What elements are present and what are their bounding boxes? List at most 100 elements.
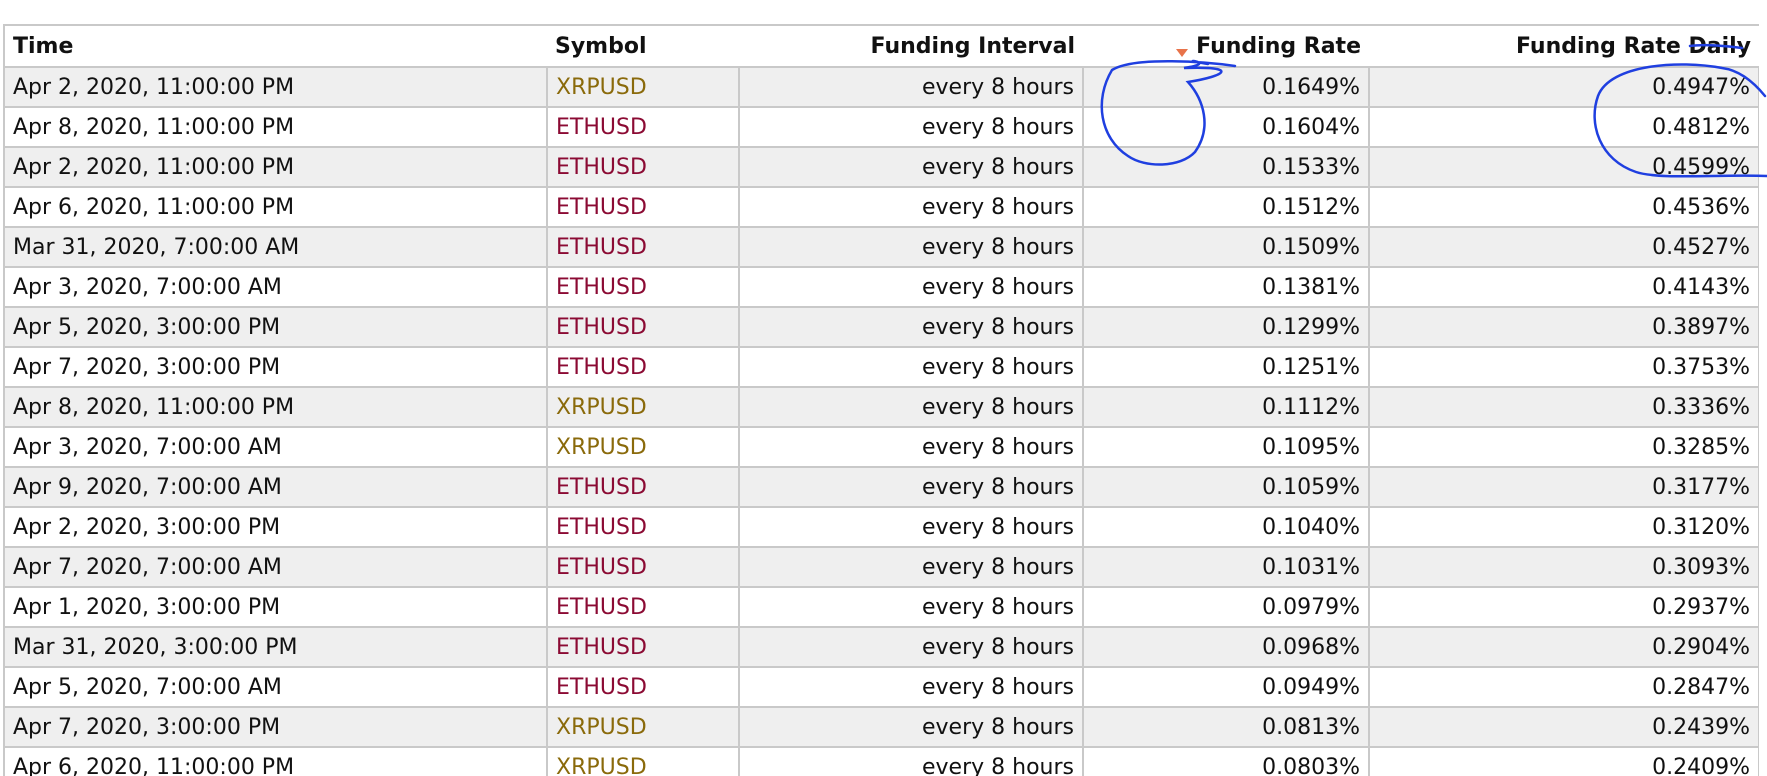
table-row[interactable]: Apr 2, 2020, 11:00:00 PM XRPUSD every 8 ho…	[5, 67, 1759, 108]
symbol-cell[interactable]: XRPUSD	[547, 67, 740, 108]
table-row[interactable]: Apr 5, 2020, 7:00:00 AM ETHUSD every 8 hou…	[5, 667, 1759, 708]
table-row[interactable]: Apr 8, 2020, 11:00:00 PM XRPUSD every 8 ho…	[5, 387, 1759, 428]
column-header-time[interactable]: Time	[5, 26, 547, 68]
funding-rate-daily-cell: 0.2937%	[1369, 587, 1759, 628]
funding-interval-cell: every 8 hours	[739, 227, 1084, 268]
time-cell: Apr 3, 2020, 7:00:00 AM	[5, 427, 548, 468]
time-cell: Apr 7, 2020, 3:00:00 PM	[5, 347, 548, 388]
funding-interval-cell: every 8 hours	[739, 547, 1084, 588]
time-cell: Apr 7, 2020, 7:00:00 AM	[5, 547, 548, 588]
time-cell: Apr 6, 2020, 11:00:00 PM	[5, 187, 548, 228]
funding-rate-daily-cell: 0.3120%	[1369, 507, 1759, 548]
table-row[interactable]: Apr 9, 2020, 7:00:00 AM ETHUSD every 8 hou…	[5, 467, 1759, 508]
symbol-cell[interactable]: XRPUSD	[547, 427, 740, 468]
symbol-cell[interactable]: XRPUSD	[547, 747, 740, 776]
time-cell: Apr 5, 2020, 3:00:00 PM	[5, 307, 548, 348]
symbol-cell[interactable]: ETHUSD	[547, 587, 740, 628]
symbol-cell[interactable]: XRPUSD	[547, 387, 740, 428]
symbol-cell[interactable]: ETHUSD	[547, 347, 740, 388]
funding-rate-cell: 0.1059%	[1083, 467, 1370, 508]
sort-down-icon	[1176, 48, 1189, 57]
time-cell: Apr 2, 2020, 11:00:00 PM	[5, 67, 548, 108]
funding-rate-cell: 0.1509%	[1083, 227, 1370, 268]
funding-rate-cell: 0.1381%	[1083, 267, 1370, 308]
time-cell: Apr 6, 2020, 11:00:00 PM	[5, 747, 548, 776]
funding-rate-cell: 0.1031%	[1083, 547, 1370, 588]
table-row[interactable]: Apr 1, 2020, 3:00:00 PM ETHUSD every 8 hou…	[5, 587, 1759, 628]
symbol-cell[interactable]: ETHUSD	[547, 187, 740, 228]
time-cell: Apr 2, 2020, 3:00:00 PM	[5, 507, 548, 548]
funding-rate-daily-cell: 0.2847%	[1369, 667, 1759, 708]
time-cell: Apr 8, 2020, 11:00:00 PM	[5, 107, 548, 148]
table-row[interactable]: Mar 31, 2020, 7:00:00 AM ETHUSD every 8 ho…	[5, 227, 1759, 268]
symbol-cell[interactable]: ETHUSD	[547, 107, 740, 148]
funding-interval-cell: every 8 hours	[739, 467, 1084, 508]
funding-rate-daily-cell: 0.4599%	[1369, 147, 1759, 188]
funding-rate-daily-cell: 0.2409%	[1369, 747, 1759, 776]
symbol-cell[interactable]: ETHUSD	[547, 307, 740, 348]
symbol-cell[interactable]: ETHUSD	[547, 627, 740, 668]
funding-interval-cell: every 8 hours	[739, 627, 1084, 668]
time-cell: Apr 3, 2020, 7:00:00 AM	[5, 267, 548, 308]
funding-interval-cell: every 8 hours	[739, 67, 1084, 108]
funding-rate-daily-cell: 0.2904%	[1369, 627, 1759, 668]
funding-rate-cell: 0.1512%	[1083, 187, 1370, 228]
funding-rate-daily-cell: 0.4947%	[1369, 67, 1759, 108]
table-row[interactable]: Apr 3, 2020, 7:00:00 AM XRPUSD every 8 hou…	[5, 427, 1759, 468]
funding-rate-daily-cell: 0.3285%	[1369, 427, 1759, 468]
funding-interval-cell: every 8 hours	[739, 267, 1084, 308]
column-header-funding-rate-daily[interactable]: Funding Rate Daily	[1369, 26, 1759, 68]
table-header: Time Symbol Funding Interval Funding Rat…	[5, 26, 1759, 68]
funding-interval-cell: every 8 hours	[739, 107, 1084, 148]
funding-rate-daily-cell: 0.4143%	[1369, 267, 1759, 308]
funding-rate-daily-cell: 0.3897%	[1369, 307, 1759, 348]
column-header-funding-interval[interactable]: Funding Interval	[739, 26, 1083, 68]
symbol-cell[interactable]: ETHUSD	[547, 467, 740, 508]
funding-rate-daily-cell: 0.3336%	[1369, 387, 1759, 428]
funding-interval-cell: every 8 hours	[739, 587, 1084, 628]
funding-interval-cell: every 8 hours	[739, 427, 1084, 468]
table-row[interactable]: Mar 31, 2020, 3:00:00 PM ETHUSD every 8 ho…	[5, 627, 1759, 668]
table-row[interactable]: Apr 7, 2020, 7:00:00 AM ETHUSD every 8 hou…	[5, 547, 1759, 588]
time-cell: Apr 9, 2020, 7:00:00 AM	[5, 467, 548, 508]
funding-rate-daily-cell: 0.3177%	[1369, 467, 1759, 508]
symbol-cell[interactable]: ETHUSD	[547, 667, 740, 708]
funding-rate-table: Time Symbol Funding Interval Funding Rat…	[5, 26, 1759, 776]
table-row[interactable]: Apr 3, 2020, 7:00:00 AM ETHUSD every 8 hou…	[5, 267, 1759, 308]
symbol-cell[interactable]: ETHUSD	[547, 267, 740, 308]
table-row[interactable]: Apr 8, 2020, 11:00:00 PM ETHUSD every 8 ho…	[5, 107, 1759, 148]
symbol-cell[interactable]: ETHUSD	[547, 227, 740, 268]
symbol-cell[interactable]: ETHUSD	[547, 507, 740, 548]
time-cell: Apr 5, 2020, 7:00:00 AM	[5, 667, 548, 708]
funding-rate-cell: 0.1649%	[1083, 67, 1370, 108]
time-cell: Mar 31, 2020, 3:00:00 PM	[5, 627, 548, 668]
table-row[interactable]: Apr 5, 2020, 3:00:00 PM ETHUSD every 8 hou…	[5, 307, 1759, 348]
table-row[interactable]: Apr 7, 2020, 3:00:00 PM ETHUSD every 8 hou…	[5, 347, 1759, 388]
funding-rate-cell: 0.1604%	[1083, 107, 1370, 148]
table-row[interactable]: Apr 2, 2020, 11:00:00 PM ETHUSD every 8 ho…	[5, 147, 1759, 188]
funding-rate-cell: 0.0803%	[1083, 747, 1370, 776]
time-cell: Apr 2, 2020, 11:00:00 PM	[5, 147, 548, 188]
time-cell: Apr 1, 2020, 3:00:00 PM	[5, 587, 548, 628]
funding-rate-cell: 0.0979%	[1083, 587, 1370, 628]
funding-rate-daily-cell: 0.4812%	[1369, 107, 1759, 148]
funding-rate-cell: 0.0968%	[1083, 627, 1370, 668]
funding-rate-daily-cell: 0.3093%	[1369, 547, 1759, 588]
symbol-cell[interactable]: ETHUSD	[547, 547, 740, 588]
time-cell: Mar 31, 2020, 7:00:00 AM	[5, 227, 548, 268]
funding-interval-cell: every 8 hours	[739, 507, 1084, 548]
table-row[interactable]: Apr 6, 2020, 11:00:00 PM ETHUSD every 8 ho…	[5, 187, 1759, 228]
symbol-cell[interactable]: ETHUSD	[547, 147, 740, 188]
column-header-symbol[interactable]: Symbol	[547, 26, 739, 68]
funding-interval-cell: every 8 hours	[739, 747, 1084, 776]
funding-rate-daily-cell: 0.2439%	[1369, 707, 1759, 748]
symbol-cell[interactable]: XRPUSD	[547, 707, 740, 748]
table-row[interactable]: Apr 7, 2020, 3:00:00 PM XRPUSD every 8 hou…	[5, 707, 1759, 748]
funding-interval-cell: every 8 hours	[739, 347, 1084, 388]
column-header-funding-rate[interactable]: Funding Rate	[1083, 26, 1369, 68]
table-row[interactable]: Apr 6, 2020, 11:00:00 PM XRPUSD every 8 ho…	[5, 747, 1759, 776]
funding-rate-cell: 0.1533%	[1083, 147, 1370, 188]
table-row[interactable]: Apr 2, 2020, 3:00:00 PM ETHUSD every 8 hou…	[5, 507, 1759, 548]
funding-interval-cell: every 8 hours	[739, 667, 1084, 708]
funding-interval-cell: every 8 hours	[739, 147, 1084, 188]
